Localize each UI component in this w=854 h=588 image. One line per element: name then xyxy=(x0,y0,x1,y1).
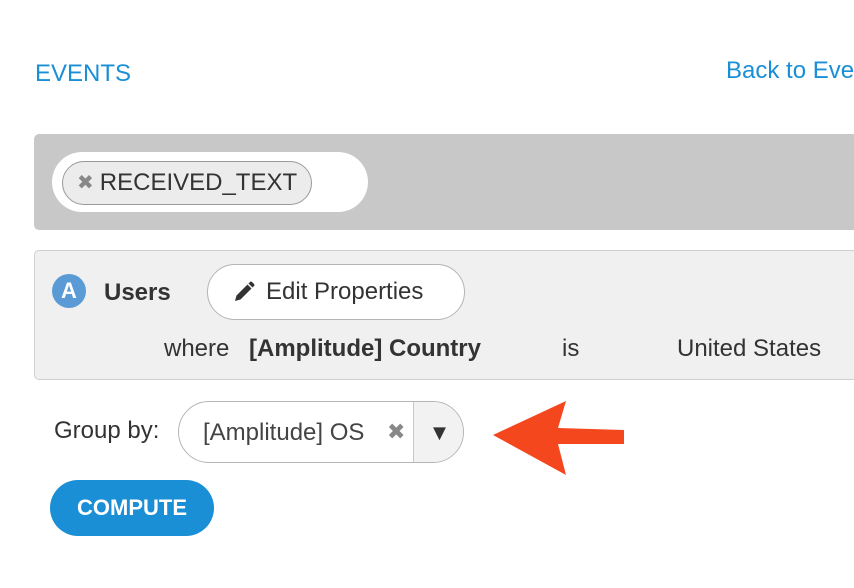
segment-badge: A xyxy=(52,274,86,308)
dropdown-arrow-icon[interactable]: ▼ xyxy=(413,402,463,462)
clear-group-by-icon[interactable]: ✖ xyxy=(387,419,405,445)
group-by-value: [Amplitude] OS xyxy=(203,419,365,446)
remove-event-icon[interactable]: ✖ xyxy=(77,173,94,193)
pencil-icon xyxy=(235,281,255,301)
edit-properties-button[interactable]: Edit Properties xyxy=(207,264,465,320)
filter-value[interactable]: United States xyxy=(677,335,821,363)
filter-connector: where xyxy=(164,335,230,362)
event-search-input[interactable]: ✖ RECEIVED_TEXT xyxy=(52,152,368,212)
segment-title: Users xyxy=(104,279,171,306)
filter-property[interactable]: [Amplitude] Country xyxy=(249,335,481,363)
compute-button[interactable]: COMPUTE xyxy=(50,480,214,536)
edit-properties-label: Edit Properties xyxy=(266,278,424,305)
arrow-left-icon xyxy=(493,401,624,475)
segment-panel: A Users Edit Properties where [Amplitude… xyxy=(34,250,854,380)
back-to-events-link[interactable]: Back to Eve xyxy=(726,57,854,85)
group-by-label: Group by: xyxy=(54,417,160,444)
filter-operator[interactable]: is xyxy=(562,335,579,363)
group-by-select[interactable]: [Amplitude] OS ✖ ▼ xyxy=(178,401,464,463)
event-chip-label: RECEIVED_TEXT xyxy=(99,169,298,196)
event-chip: ✖ RECEIVED_TEXT xyxy=(62,161,312,205)
events-title: EVENTS xyxy=(35,60,132,87)
event-selector-bar: ✖ RECEIVED_TEXT xyxy=(34,134,854,230)
